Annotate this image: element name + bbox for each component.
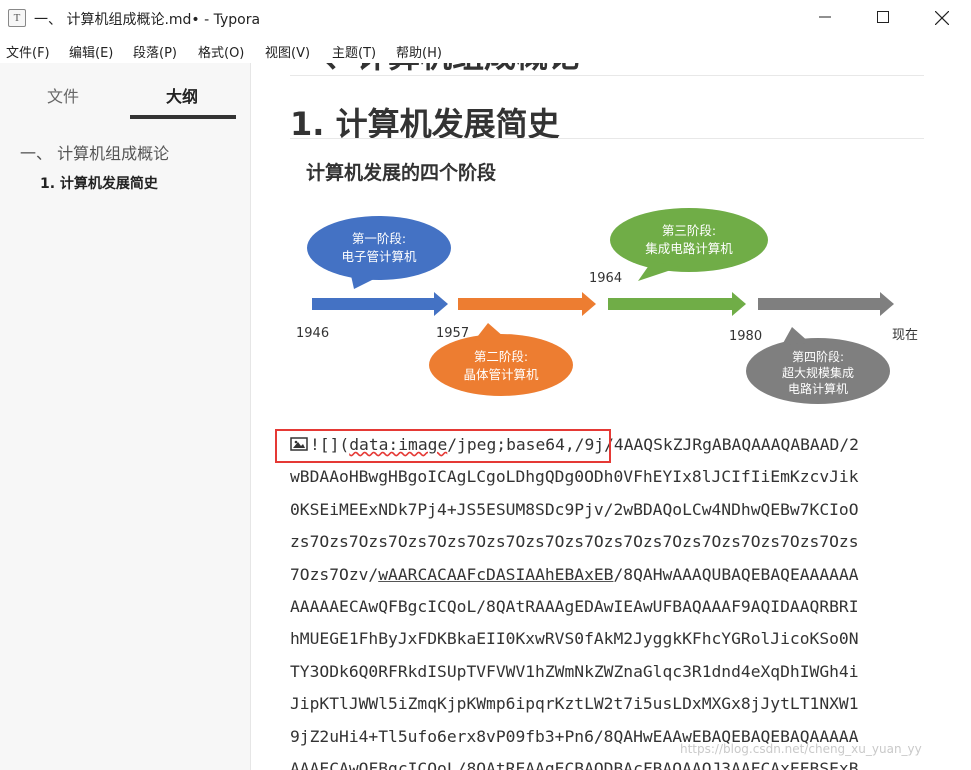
source-line[interactable]: TY3ODk6Q0RFRkdISUpTVFVWV1hZWmNkZWZnaGlqc… xyxy=(290,656,940,688)
watermark: https://blog.csdn.net/cheng_xu_yuan_yy xyxy=(680,742,922,756)
sidebar: 文件 大纲 一、 计算机组成概论 1. 计算机发展简史 xyxy=(0,63,251,770)
stage-label: 集成电路计算机 xyxy=(645,241,733,256)
stage-label: 第四阶段: xyxy=(792,349,844,364)
highlight-box xyxy=(275,429,611,463)
stage-label: 第一阶段: xyxy=(352,231,406,246)
markdown-source[interactable]: ![](data:image/jpeg;base64,/9j/4AAQSkZJR… xyxy=(275,429,940,770)
source-line[interactable]: wBDAAoHBwgHBgoICAgLCgoLDhgQDg0ODh0VFhEYI… xyxy=(290,461,940,493)
menu-file[interactable]: 文件(F) xyxy=(6,42,50,61)
editor-area[interactable]: 一、计算机组成概论 1. 计算机发展简史 计算机发展的四个阶段 1946 195… xyxy=(252,63,971,770)
menu-edit[interactable]: 编辑(E) xyxy=(69,42,113,61)
close-icon xyxy=(935,11,949,25)
timeline-figure: 计算机发展的四个阶段 1946 1957 1964 1980 现在 第一阶段: xyxy=(296,161,918,404)
outline-item-h1[interactable]: 一、 计算机组成概论 xyxy=(20,140,169,164)
minimize-icon xyxy=(819,16,831,18)
stage-4-callout: 第四阶段: 超大规模集成 电路计算机 xyxy=(746,327,890,404)
menu-paragraph[interactable]: 段落(P) xyxy=(133,42,177,61)
maximize-button[interactable] xyxy=(860,0,906,36)
stage-3-callout: 第三阶段: 集成电路计算机 xyxy=(610,208,768,281)
close-button[interactable] xyxy=(918,0,964,36)
stage-label: 电子管计算机 xyxy=(341,249,417,264)
stage-label: 超大规模集成 xyxy=(782,365,854,380)
typora-app-icon: T xyxy=(8,9,26,27)
outline-item-h2[interactable]: 1. 计算机发展简史 xyxy=(40,173,158,193)
source-line[interactable]: JipKTlJWWl5iZmqKjpKWmp6ipqrKztLW2t7i5usL… xyxy=(290,688,940,720)
year-label: 1946 xyxy=(296,326,329,341)
menu-theme[interactable]: 主题(T) xyxy=(332,42,376,61)
timeline-arrow-1 xyxy=(312,292,448,316)
source-line[interactable]: 7Ozs7Ozv/wAARCACAAFcDASIAAhEBAxEB/8QAHwA… xyxy=(290,559,940,591)
underlined-token: wAARCACAAFcDASIAAhEBAxEB xyxy=(378,564,614,584)
stage-1-callout: 第一阶段: 电子管计算机 xyxy=(307,216,451,289)
tab-outline[interactable]: 大纲 xyxy=(166,83,198,107)
active-tab-indicator xyxy=(130,115,236,119)
stage-label: 晶体管计算机 xyxy=(463,367,539,382)
source-line[interactable]: 0KSEiMEExNDk7Pj4+JS5ESUM8SDc9Pjv/2wBDAQo… xyxy=(290,494,940,526)
minimize-button[interactable] xyxy=(802,0,848,36)
title-bar: T 一、 计算机组成概论.md• - Typora xyxy=(0,0,971,36)
menu-format[interactable]: 格式(O) xyxy=(198,42,244,61)
heading-divider xyxy=(290,75,924,76)
year-label: 现在 xyxy=(892,328,918,343)
source-line[interactable]: zs7Ozs7Ozs7Ozs7Ozs7Ozs7Ozs7Ozs7Ozs7Ozs7O… xyxy=(290,526,940,558)
heading-divider xyxy=(290,138,924,139)
stage-label: 电路计算机 xyxy=(788,381,848,396)
timeline-arrow-2 xyxy=(458,292,596,316)
menu-bar: 文件(F) 编辑(E) 段落(P) 格式(O) 视图(V) 主题(T) 帮助(H… xyxy=(0,37,971,63)
maximize-icon xyxy=(877,11,889,23)
timeline-arrow-3 xyxy=(608,292,746,316)
menu-help[interactable]: 帮助(H) xyxy=(396,42,442,61)
menu-view[interactable]: 视图(V) xyxy=(265,42,310,61)
source-line[interactable]: hMUEGE1FhByJxFDKBkaEII0KxwRVS0fAkM2Jyggk… xyxy=(290,623,940,655)
year-label: 1980 xyxy=(729,329,762,344)
tab-files[interactable]: 文件 xyxy=(47,83,79,107)
stage-label: 第三阶段: xyxy=(662,223,716,238)
window-title: 一、 计算机组成概论.md• - Typora xyxy=(34,12,261,28)
source-line[interactable]: AAAAAECAwQFBgcICQoL/8QAtRAAAgEDAwIEAwUFB… xyxy=(290,591,940,623)
timeline-arrow-4 xyxy=(758,292,894,316)
stage-label: 第二阶段: xyxy=(474,349,528,364)
year-label: 1964 xyxy=(589,271,622,286)
figure-title: 计算机发展的四个阶段 xyxy=(306,161,497,184)
